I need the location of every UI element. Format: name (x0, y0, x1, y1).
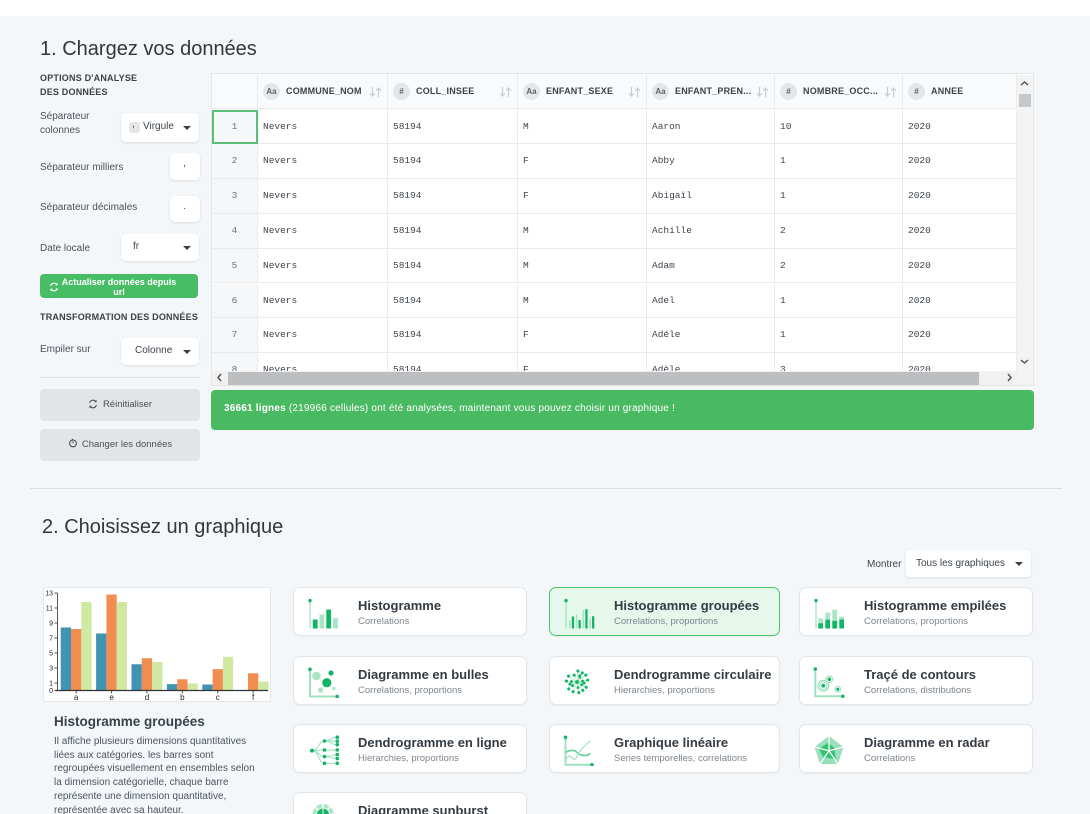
svg-text:1: 1 (49, 681, 53, 688)
svg-text:11: 11 (46, 606, 53, 613)
svg-text:e: e (109, 693, 114, 701)
svg-text:13: 13 (45, 591, 53, 598)
svg-text:9: 9 (49, 621, 53, 628)
svg-text:b: b (180, 693, 185, 701)
svg-text:f: f (252, 693, 255, 701)
svg-text:d: d (145, 693, 149, 701)
svg-text:7: 7 (49, 636, 53, 643)
svg-text:5: 5 (49, 651, 53, 658)
svg-text:c: c (216, 693, 220, 701)
svg-text:a: a (74, 693, 79, 701)
svg-text:3: 3 (49, 666, 53, 673)
svg-text:0: 0 (49, 688, 53, 695)
